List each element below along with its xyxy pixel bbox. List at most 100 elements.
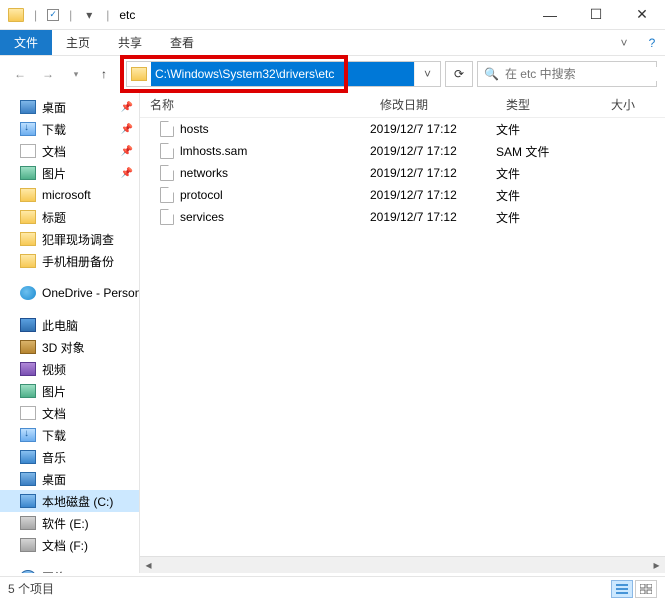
- file-date: 2019/12/7 17:12: [370, 188, 496, 202]
- sidebar-item-label: 此电脑: [42, 317, 78, 334]
- sidebar-item[interactable]: 文档: [0, 402, 139, 424]
- pic-icon: [20, 384, 36, 398]
- file-tab[interactable]: 文件: [0, 30, 52, 55]
- maximize-button[interactable]: ☐: [573, 0, 619, 30]
- file-row[interactable]: hosts2019/12/7 17:12文件: [140, 118, 665, 140]
- recent-dropdown-icon[interactable]: ▾: [64, 62, 88, 86]
- tab-home[interactable]: 主页: [52, 30, 104, 55]
- download-icon: [20, 122, 36, 136]
- sidebar-item[interactable]: 视频: [0, 358, 139, 380]
- sidebar-item-label: 音乐: [42, 449, 66, 466]
- navigation-pane[interactable]: 桌面📌下载📌文档📌图片📌microsoft标题犯罪现场调查手机相册备份OneDr…: [0, 92, 140, 573]
- doc-icon: [20, 406, 36, 420]
- file-list[interactable]: hosts2019/12/7 17:12文件lmhosts.sam2019/12…: [140, 118, 665, 556]
- net-icon: [20, 570, 36, 573]
- sidebar-item[interactable]: 音乐: [0, 446, 139, 468]
- sidebar-item-label: 文档: [42, 405, 66, 422]
- sidebar-item[interactable]: 下载📌: [0, 118, 139, 140]
- sidebar-item[interactable]: 标题: [0, 206, 139, 228]
- file-date: 2019/12/7 17:12: [370, 210, 496, 224]
- drivec-icon: [20, 494, 36, 508]
- sidebar-item-label: OneDrive - Personal: [42, 286, 140, 300]
- minimize-button[interactable]: ―: [527, 0, 573, 30]
- large-icons-view-button[interactable]: [635, 580, 657, 598]
- sidebar-item[interactable]: 文档📌: [0, 140, 139, 162]
- video-icon: [20, 362, 36, 376]
- file-date: 2019/12/7 17:12: [370, 144, 496, 158]
- file-row[interactable]: lmhosts.sam2019/12/7 17:12SAM 文件: [140, 140, 665, 162]
- sidebar-item-label: 网络: [42, 569, 66, 574]
- tab-view[interactable]: 查看: [156, 30, 208, 55]
- details-view-button[interactable]: [611, 580, 633, 598]
- tab-share[interactable]: 共享: [104, 30, 156, 55]
- horizontal-scrollbar[interactable]: ◂ ▸: [140, 556, 665, 573]
- sidebar-item[interactable]: 桌面📌: [0, 96, 139, 118]
- folder-icon: [20, 232, 36, 246]
- sidebar-item[interactable]: microsoft: [0, 184, 139, 206]
- desktop-icon: [20, 472, 36, 486]
- column-name[interactable]: 名称: [140, 96, 370, 113]
- address-dropdown-icon[interactable]: ˅: [414, 62, 440, 86]
- sidebar-item[interactable]: 手机相册备份: [0, 250, 139, 272]
- pc-icon: [20, 318, 36, 332]
- folder-icon: [20, 210, 36, 224]
- pin-icon: 📌: [121, 102, 133, 113]
- sidebar-item-label: 下载: [42, 427, 66, 444]
- file-row[interactable]: protocol2019/12/7 17:12文件: [140, 184, 665, 206]
- file-icon: [160, 143, 174, 159]
- help-icon[interactable]: ?: [639, 30, 665, 55]
- pin-icon: 📌: [121, 146, 133, 157]
- sidebar-item[interactable]: 图片📌: [0, 162, 139, 184]
- checkbox-icon[interactable]: ✓: [47, 9, 59, 21]
- file-date: 2019/12/7 17:12: [370, 122, 496, 136]
- ribbon-expand-icon[interactable]: ˅: [609, 30, 639, 55]
- address-input[interactable]: [151, 62, 414, 86]
- sidebar-item[interactable]: 文档 (F:): [0, 534, 139, 556]
- file-row[interactable]: services2019/12/7 17:12文件: [140, 206, 665, 228]
- file-row[interactable]: networks2019/12/7 17:12文件: [140, 162, 665, 184]
- search-input[interactable]: [505, 67, 660, 81]
- back-button[interactable]: ←: [8, 62, 32, 86]
- column-size[interactable]: 大小: [601, 96, 665, 113]
- cube-icon: [20, 340, 36, 354]
- search-box[interactable]: 🔍: [477, 61, 657, 87]
- sidebar-item[interactable]: 此电脑: [0, 314, 139, 336]
- grid-view-icon: [640, 584, 652, 594]
- sidebar-item-label: 图片: [42, 165, 66, 182]
- scroll-right-icon[interactable]: ▸: [648, 558, 665, 572]
- sidebar-item[interactable]: 3D 对象: [0, 336, 139, 358]
- close-button[interactable]: ✕: [619, 0, 665, 30]
- sidebar-item[interactable]: 犯罪现场调查: [0, 228, 139, 250]
- sidebar-item-label: 标题: [42, 209, 66, 226]
- qat-dropdown-icon[interactable]: ▾: [82, 8, 96, 22]
- quick-access-toolbar: | ✓ | ▾ |: [8, 8, 113, 22]
- sidebar-item[interactable]: 图片: [0, 380, 139, 402]
- separator: |: [34, 8, 37, 22]
- item-count: 5 个项目: [8, 580, 54, 597]
- navigation-bar: ← → ▾ ↑ ˅ ⟳ 🔍: [0, 56, 665, 92]
- sidebar-item[interactable]: OneDrive - Personal: [0, 282, 139, 304]
- file-icon: [160, 209, 174, 225]
- sidebar-item-label: 本地磁盘 (C:): [42, 493, 113, 510]
- sidebar-item-label: 下载: [42, 121, 66, 138]
- column-type[interactable]: 类型: [496, 96, 601, 113]
- sidebar-item[interactable]: 桌面: [0, 468, 139, 490]
- up-button[interactable]: ↑: [92, 62, 116, 86]
- address-bar[interactable]: ˅: [126, 61, 441, 87]
- file-type: 文件: [496, 165, 601, 182]
- file-type: 文件: [496, 121, 601, 138]
- refresh-button[interactable]: ⟳: [445, 61, 473, 87]
- sidebar-item[interactable]: 本地磁盘 (C:): [0, 490, 139, 512]
- download-icon: [20, 428, 36, 442]
- column-headers[interactable]: 名称 修改日期 类型 大小: [140, 92, 665, 118]
- pic-icon: [20, 166, 36, 180]
- sidebar-item[interactable]: 网络: [0, 566, 139, 573]
- forward-button[interactable]: →: [36, 62, 60, 86]
- sidebar-item-label: 桌面: [42, 471, 66, 488]
- file-name: services: [180, 210, 224, 224]
- sidebar-item[interactable]: 下载: [0, 424, 139, 446]
- sidebar-item[interactable]: 软件 (E:): [0, 512, 139, 534]
- scroll-left-icon[interactable]: ◂: [140, 558, 157, 572]
- column-date[interactable]: 修改日期: [370, 96, 496, 113]
- window-title: etc: [119, 8, 135, 22]
